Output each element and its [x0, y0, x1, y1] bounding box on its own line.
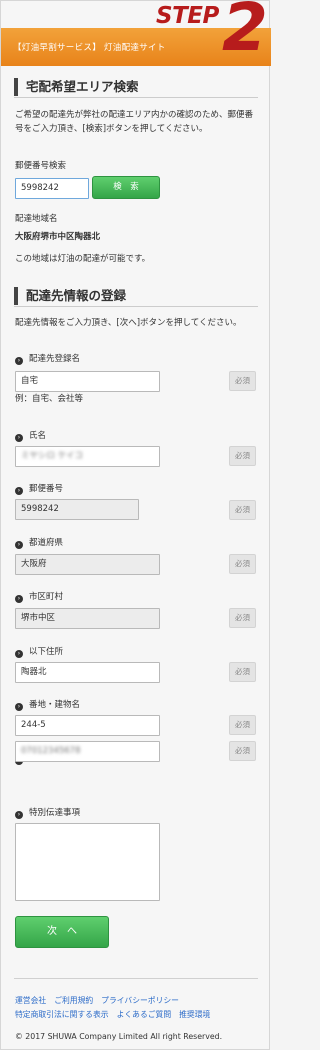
field-label-city: › 市区町村	[15, 591, 63, 603]
area-availability-message: この地域は灯油の配達が可能です。	[15, 254, 151, 264]
field-label-address: › 以下住所	[15, 646, 63, 658]
field-label-name-reg: › 配達先登録名	[15, 353, 80, 365]
registration-heading: 配達先情報の登録	[14, 287, 126, 305]
footer-link-company[interactable]: 運営会社	[15, 996, 46, 1005]
chevron-right-icon: ›	[15, 703, 23, 711]
header: 【灯油早割サービス】 灯油配達サイト STEP 2	[1, 0, 271, 66]
footer-link-terms[interactable]: ご利用規約	[54, 996, 93, 1005]
area-name-label: 配達地域名	[15, 214, 58, 224]
step-word: STEP	[156, 3, 219, 29]
search-button[interactable]: 検 索	[92, 176, 160, 199]
phone-input[interactable]: 07012345678	[15, 741, 160, 762]
required-badge: 必須	[229, 446, 256, 466]
chevron-right-icon: ›	[15, 487, 23, 495]
name-reg-input[interactable]: 自宅	[15, 371, 160, 392]
full-name-input[interactable]: ミヤシロ ケイコ	[15, 446, 160, 467]
registration-description: 配達先情報をご入力頂き、[次へ]ボタンを押してください。	[15, 318, 242, 328]
chevron-right-icon: ›	[15, 434, 23, 442]
footer-link-privacy[interactable]: プライバシーポリシー	[101, 996, 179, 1005]
required-badge: 必須	[229, 371, 256, 391]
field-label-notes: › 特別伝達事項	[15, 807, 80, 819]
field-label-building: › 番地・建物名	[15, 699, 80, 711]
required-badge: 必須	[229, 500, 256, 520]
required-badge: 必須	[229, 662, 256, 682]
site-title: 【灯油早割サービス】 灯油配達サイト	[13, 43, 166, 53]
area-name-value: 大阪府堺市中区陶器北	[15, 232, 101, 242]
required-badge: 必須	[229, 554, 256, 574]
building-input[interactable]: 244-5	[15, 715, 160, 736]
postal-search-input[interactable]: 5998242	[15, 178, 89, 199]
notes-textarea[interactable]	[15, 823, 160, 901]
divider	[14, 306, 258, 307]
footer-link-commerce-law[interactable]: 特定商取引法に関する表示	[15, 1010, 109, 1019]
name-reg-example: 例：自宅、会社等	[15, 394, 84, 404]
field-label-prefecture: › 都道府県	[15, 537, 63, 549]
chevron-right-icon: ›	[15, 357, 23, 365]
required-badge: 必須	[229, 715, 256, 735]
page: 【灯油早割サービス】 灯油配達サイト STEP 2 宅配希望エリア検索 ご希望の…	[0, 0, 271, 1050]
next-button[interactable]: 次 へ	[15, 916, 109, 948]
field-label-full-name: › 氏名	[15, 430, 46, 442]
postal-search-label: 郵便番号検索	[15, 161, 67, 171]
footer-links: 運営会社 ご利用規約 プライバシーポリシー 特定商取引法に関する表示 よくあるご質問推…	[15, 994, 259, 1022]
area-search-description: ご希望の配達先が弊社の配達エリア内かの確認のため、郵便番号をご入力頂き、[検索]…	[15, 110, 254, 134]
chevron-right-icon: ›	[15, 595, 23, 603]
required-badge: 必須	[229, 608, 256, 628]
chevron-right-icon: ›	[15, 650, 23, 658]
city-input[interactable]: 堺市中区	[15, 608, 160, 629]
copyright: © 2017 SHUWA Company Limited All right R…	[15, 1032, 223, 1041]
prefecture-input[interactable]: 大阪府	[15, 554, 160, 575]
footer-divider	[14, 978, 258, 979]
chevron-right-icon: ›	[15, 811, 23, 819]
divider	[14, 97, 258, 98]
required-badge: 必須	[229, 741, 256, 761]
footer-link-faq[interactable]: よくあるご質問	[117, 1010, 172, 1019]
field-label-postal: › 郵便番号	[15, 483, 63, 495]
step-number: 2	[222, 0, 268, 66]
area-search-heading: 宅配希望エリア検索	[14, 78, 139, 96]
chevron-right-icon: ›	[15, 541, 23, 549]
postal-input[interactable]: 5998242	[15, 499, 139, 520]
footer-link-environment[interactable]: 推奨環境	[179, 1010, 210, 1019]
address-input[interactable]: 陶器北	[15, 662, 160, 683]
